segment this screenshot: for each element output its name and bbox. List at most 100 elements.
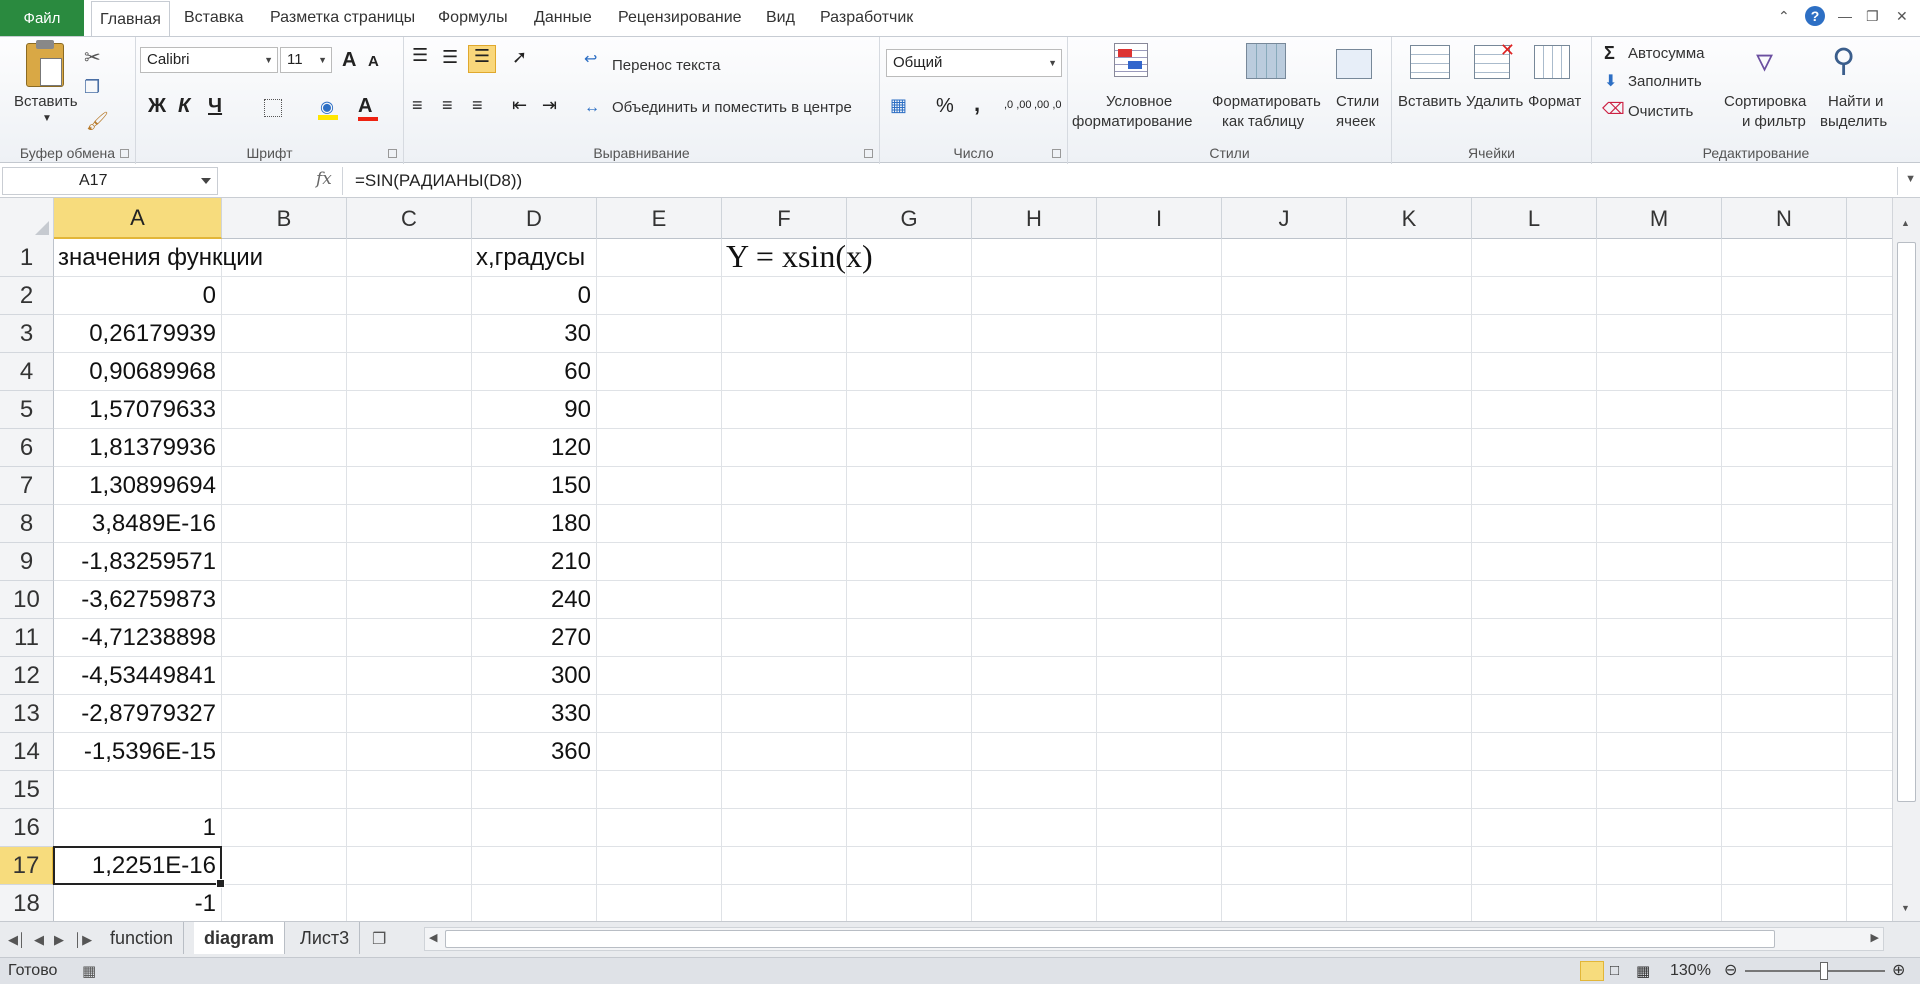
cell-d4[interactable]: 60 [472,353,597,391]
cell-a16[interactable]: 1 [54,809,222,847]
row-header-1[interactable]: 1 [0,239,54,277]
cell-d9[interactable]: 210 [472,543,597,581]
font-name-select[interactable]: Calibri ▼ [140,47,278,73]
alignment-launcher-icon[interactable] [864,149,873,158]
format-cells-button[interactable]: Формат [1528,93,1581,110]
currency-icon[interactable]: ▦ [890,95,907,116]
number-launcher-icon[interactable] [1052,149,1061,158]
fill-button[interactable]: Заполнить [1628,73,1702,90]
cell-a1[interactable]: значения функции [54,239,263,277]
tab-developer[interactable]: Разработчик [812,0,921,36]
zoom-level[interactable]: 130% [1670,962,1711,980]
column-header-b[interactable]: B [222,198,347,239]
cell-a9[interactable]: -1,83259571 [54,543,222,581]
comma-button[interactable]: , [974,91,980,117]
italic-button[interactable]: К [178,95,190,118]
column-header-e[interactable]: E [597,198,722,239]
normal-view-icon[interactable] [1580,961,1604,981]
row-header-5[interactable]: 5 [0,391,54,429]
cell-d6[interactable]: 120 [472,429,597,467]
cell-a10[interactable]: -3,62759873 [54,581,222,619]
zoom-in-icon[interactable]: ⊕ [1892,960,1905,980]
align-right-icon[interactable]: ≡ [472,95,483,116]
cell-a7[interactable]: 1,30899694 [54,467,222,505]
find-select-icon[interactable]: ⚲ [1832,41,1876,85]
tab-data[interactable]: Данные [526,0,600,36]
tab-formulas[interactable]: Формулы [430,0,516,36]
row-header-18[interactable]: 18 [0,885,54,921]
row-header-17[interactable]: 17 [0,847,54,885]
column-header-a[interactable]: A [54,198,222,239]
column-header-h[interactable]: H [972,198,1097,239]
tab-page-layout[interactable]: Разметка страницы [262,0,423,36]
conditional-formatting-label-2[interactable]: форматирование [1072,113,1192,130]
conditional-formatting-icon[interactable] [1114,43,1158,85]
row-header-11[interactable]: 11 [0,619,54,657]
sheet-tab-list3[interactable]: Лист3 [290,922,361,954]
copy-icon[interactable]: ❐ [84,77,100,98]
minimize-ribbon-icon[interactable]: ⌃ [1778,8,1790,25]
row-header-3[interactable]: 3 [0,315,54,353]
row-header-8[interactable]: 8 [0,505,54,543]
cell-f1-function-title[interactable]: Y = xsin(x) [726,238,873,275]
cell-a14[interactable]: -1,5396E-15 [54,733,222,771]
cell-d10[interactable]: 240 [472,581,597,619]
window-close-icon[interactable]: ✕ [1896,8,1908,25]
help-icon[interactable]: ? [1805,6,1825,26]
decrease-decimal-button[interactable]: ,00 ,0 [1034,99,1062,111]
window-restore-icon[interactable]: ❐ [1866,8,1879,25]
file-tab[interactable]: Файл [0,0,84,36]
scroll-left-icon[interactable]: ◀ [429,931,437,944]
align-top-icon[interactable]: ☰ [412,45,428,66]
row-header-13[interactable]: 13 [0,695,54,733]
increase-indent-icon[interactable]: ⇥ [542,95,557,116]
last-sheet-icon[interactable]: │▶ [74,932,92,948]
next-sheet-icon[interactable]: ▶ [54,932,64,948]
merge-center-icon[interactable]: ↔ [584,99,600,117]
cell-d1[interactable]: x,градусы [472,239,585,277]
vertical-scroll-thumb[interactable] [1897,242,1916,802]
row-header-12[interactable]: 12 [0,657,54,695]
fill-icon[interactable]: ⬇ [1604,71,1617,91]
macro-record-icon[interactable]: ▦ [82,962,96,980]
cell-styles-label-2[interactable]: ячеек [1336,113,1375,130]
cell-d14[interactable]: 360 [472,733,597,771]
cell-d3[interactable]: 30 [472,315,597,353]
find-select-label-2[interactable]: выделить [1820,113,1887,130]
increase-decimal-button[interactable]: ,0 ,00 [1004,99,1032,111]
row-header-9[interactable]: 9 [0,543,54,581]
font-color-icon[interactable]: A [358,95,380,121]
row-header-2[interactable]: 2 [0,277,54,315]
format-painter-icon[interactable]: 🖌 [86,111,109,132]
row-header-16[interactable]: 16 [0,809,54,847]
insert-cells-button[interactable]: Вставить [1398,93,1462,110]
cell-d5[interactable]: 90 [472,391,597,429]
wrap-text-button[interactable]: Перенос текста [612,57,720,74]
align-middle-icon[interactable]: ☰ [442,47,458,68]
sort-filter-icon[interactable]: ▿ [1756,41,1800,85]
column-header-f[interactable]: F [722,198,847,239]
column-header-j[interactable]: J [1222,198,1347,239]
prev-sheet-icon[interactable]: ◀ [34,932,44,948]
conditional-formatting-label-1[interactable]: Условное [1106,93,1172,110]
column-header-n[interactable]: N [1722,198,1847,239]
paste-dropdown-icon[interactable]: ▼ [42,113,52,124]
font-size-select[interactable]: 11 ▼ [280,47,332,73]
underline-button[interactable]: Ч [208,95,222,118]
cell-a2[interactable]: 0 [54,277,222,315]
row-header-15[interactable]: 15 [0,771,54,809]
scroll-right-icon[interactable]: ▶ [1871,931,1879,944]
paste-icon[interactable] [26,40,64,87]
tab-insert[interactable]: Вставка [176,0,251,36]
align-left-icon[interactable]: ≡ [412,95,423,116]
format-as-table-icon[interactable] [1246,43,1290,85]
cell-styles-icon[interactable] [1336,43,1380,85]
page-layout-view-icon[interactable]: □ [1610,962,1619,979]
zoom-slider-track[interactable] [1745,970,1885,972]
delete-cells-button[interactable]: Удалить [1466,93,1523,110]
horizontal-scroll-thumb[interactable] [445,930,1775,948]
cell-d7[interactable]: 150 [472,467,597,505]
align-center-icon[interactable]: ≡ [442,95,453,116]
new-sheet-icon[interactable]: ❐ [372,929,386,949]
tab-view[interactable]: Вид [758,0,803,36]
